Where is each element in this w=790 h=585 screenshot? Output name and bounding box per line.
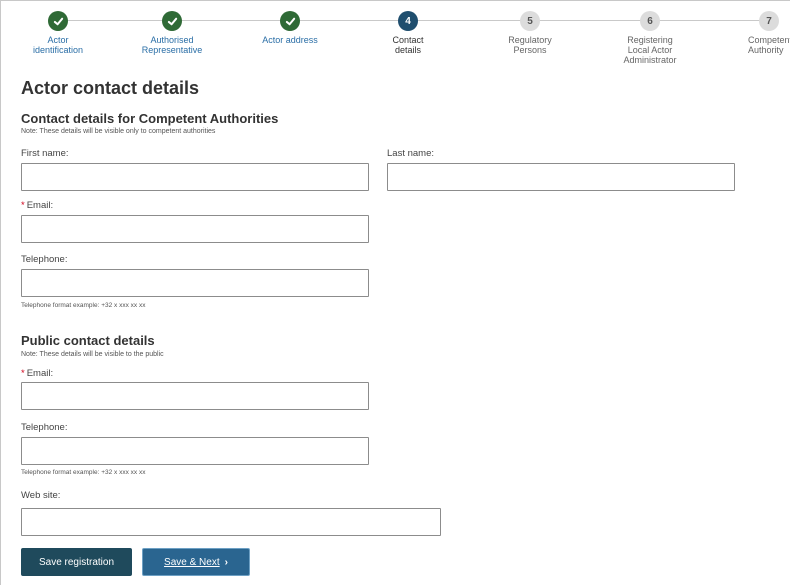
step-label: Competent Authority: [748, 35, 790, 55]
step-number: 5: [520, 11, 540, 31]
step-number: 7: [759, 11, 779, 31]
save-registration-button[interactable]: Save registration: [21, 548, 132, 576]
step-label[interactable]: Authorised Representative: [112, 35, 232, 55]
first-name-label: First name:: [21, 148, 69, 159]
required-marker: *: [21, 200, 25, 211]
competent-section-note: Note: These details will be visible only…: [21, 128, 216, 135]
step-regulatory-persons: 5 Regulatory Persons: [470, 11, 590, 55]
competent-telephone-input[interactable]: [21, 269, 369, 297]
step-label: Contact details: [392, 35, 424, 55]
step-number: 4: [398, 11, 418, 31]
competent-section-heading: Contact details for Competent Authoritie…: [21, 111, 279, 126]
step-contact-details: 4 Contact details: [348, 11, 468, 55]
check-icon: [162, 11, 182, 31]
public-section-note: Note: These details will be visible to t…: [21, 351, 164, 358]
website-label: Web site:: [21, 490, 61, 501]
step-label[interactable]: Actor identification: [0, 35, 118, 55]
step-registering-local-actor-administrator: 6 Registering Local Actor Administrator: [590, 11, 710, 65]
save-registration-label: Save registration: [38, 556, 115, 568]
page-title: Actor contact details: [21, 78, 200, 98]
save-and-next-label: Save & Next: [164, 556, 220, 568]
website-input[interactable]: [21, 508, 441, 536]
step-label[interactable]: Actor address: [230, 35, 350, 45]
step-number: 6: [640, 11, 660, 31]
public-telephone-input[interactable]: [21, 437, 369, 465]
competent-telephone-label: Telephone:: [21, 254, 68, 265]
step-label: Regulatory Persons: [508, 35, 552, 55]
last-name-input[interactable]: [387, 163, 735, 191]
public-telephone-hint: Telephone format example: +32 x xxx xx x…: [21, 469, 146, 476]
first-name-input[interactable]: [21, 163, 369, 191]
public-telephone-label: Telephone:: [21, 422, 68, 433]
competent-email-label: Email:: [26, 200, 54, 211]
competent-email-input[interactable]: [21, 215, 369, 243]
step-authorised-representative[interactable]: Authorised Representative: [112, 11, 232, 55]
chevron-right-icon: ›: [224, 556, 228, 568]
competent-email-label-row: * Email:: [21, 200, 53, 211]
public-section-heading: Public contact details: [21, 333, 155, 348]
competent-telephone-hint: Telephone format example: +32 x xxx xx x…: [21, 302, 146, 309]
step-label: Registering Local Actor Administrator: [623, 35, 677, 65]
step-actor-identification[interactable]: Actor identification: [0, 11, 118, 55]
last-name-label: Last name:: [387, 148, 434, 159]
public-email-input[interactable]: [21, 382, 369, 410]
step-competent-authority: 7 Competent Authority: [708, 11, 790, 55]
public-email-label-row: * Email:: [21, 368, 53, 379]
progress-stepper: Actor identification Authorised Represen…: [0, 0, 790, 72]
check-icon: [48, 11, 68, 31]
check-icon: [280, 11, 300, 31]
step-actor-address[interactable]: Actor address: [230, 11, 350, 45]
required-marker: *: [21, 368, 25, 379]
public-email-label: Email:: [26, 368, 54, 379]
save-and-next-button[interactable]: Save & Next ›: [142, 548, 250, 576]
